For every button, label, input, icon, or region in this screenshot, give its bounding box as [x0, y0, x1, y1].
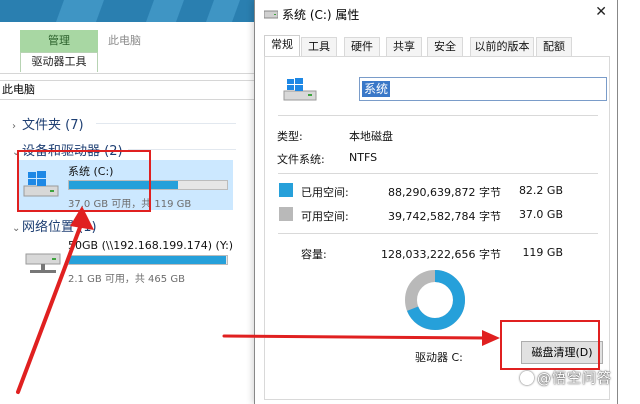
used-size: 82.2 GB — [518, 184, 563, 197]
free-bytes: 39,742,582,784 字节 — [388, 210, 501, 223]
used-label: 已用空间: — [301, 186, 349, 199]
capacity-bytes: 128,033,222,656 字节 — [381, 248, 501, 261]
capacity-size: 119 GB — [522, 246, 563, 259]
ribbon-tab-drive-tools[interactable]: 驱动器工具 — [20, 52, 98, 72]
drive-icon — [264, 10, 278, 19]
fs-value: NTFS — [349, 151, 378, 164]
tab-security[interactable]: 安全 — [427, 37, 463, 56]
type-value: 本地磁盘 — [349, 130, 393, 143]
usage-fill — [69, 256, 227, 264]
drive-y-free-text: 2.1 GB 可用，共 465 GB — [68, 274, 185, 285]
tab-hardware[interactable]: 硬件 — [344, 37, 380, 56]
tab-tools[interactable]: 工具 — [301, 37, 337, 56]
divider — [278, 233, 598, 234]
background-window-edge — [618, 0, 640, 404]
used-color-swatch — [279, 183, 293, 197]
chevron-right-icon[interactable]: › — [12, 121, 22, 132]
used-bytes: 88,290,639,872 字节 — [388, 186, 501, 199]
group-network[interactable]: ⌄ 网络位置 (1) — [12, 216, 97, 235]
close-icon[interactable]: ✕ — [595, 4, 607, 20]
divider — [278, 115, 598, 116]
address-bar[interactable]: 此电脑 — [0, 80, 262, 100]
tab-sharing[interactable]: 共享 — [386, 37, 422, 56]
divider — [278, 173, 598, 174]
usage-donut-chart — [405, 270, 465, 330]
chevron-down-icon[interactable]: ⌄ — [12, 223, 22, 234]
ribbon-tab-thispc[interactable]: 此电脑 — [108, 32, 141, 48]
ribbon-tab-manage[interactable]: 管理 — [20, 30, 98, 52]
drive-name-value: 系统 — [362, 81, 391, 97]
free-label: 可用空间: — [301, 210, 349, 223]
tab-general[interactable]: 常规 — [264, 35, 300, 56]
drive-y-name: 50GB (\\192.168.199.174) (Y:) — [68, 239, 234, 252]
drive-letter-label: 驱动器 C: — [415, 351, 463, 364]
windows-drive-icon — [283, 78, 317, 101]
fs-label: 文件系统: — [277, 153, 325, 166]
type-label: 类型: — [277, 130, 303, 143]
free-size: 37.0 GB — [518, 208, 563, 221]
annotation-highlight-drive — [17, 150, 151, 212]
wukong-logo-icon — [520, 371, 534, 385]
group-folders[interactable]: › 文件夹 (7) — [12, 114, 84, 133]
dialog-title: 系统 (C:) 属性 — [282, 8, 360, 22]
capacity-label: 容量: — [301, 248, 327, 261]
drive-y-usage-bar — [68, 255, 228, 265]
free-color-swatch — [279, 207, 293, 221]
annotation-highlight-button — [500, 320, 600, 370]
tab-quota[interactable]: 配额 — [536, 37, 572, 56]
dialog-titlebar[interactable]: 系统 (C:) 属性 ✕ — [255, 0, 617, 28]
network-drive-icon — [25, 253, 61, 273]
drive-name-input[interactable]: 系统 — [359, 77, 607, 101]
watermark: @悟空问答 — [520, 368, 612, 388]
divider — [96, 123, 236, 124]
tab-previous-versions[interactable]: 以前的版本 — [470, 37, 534, 56]
